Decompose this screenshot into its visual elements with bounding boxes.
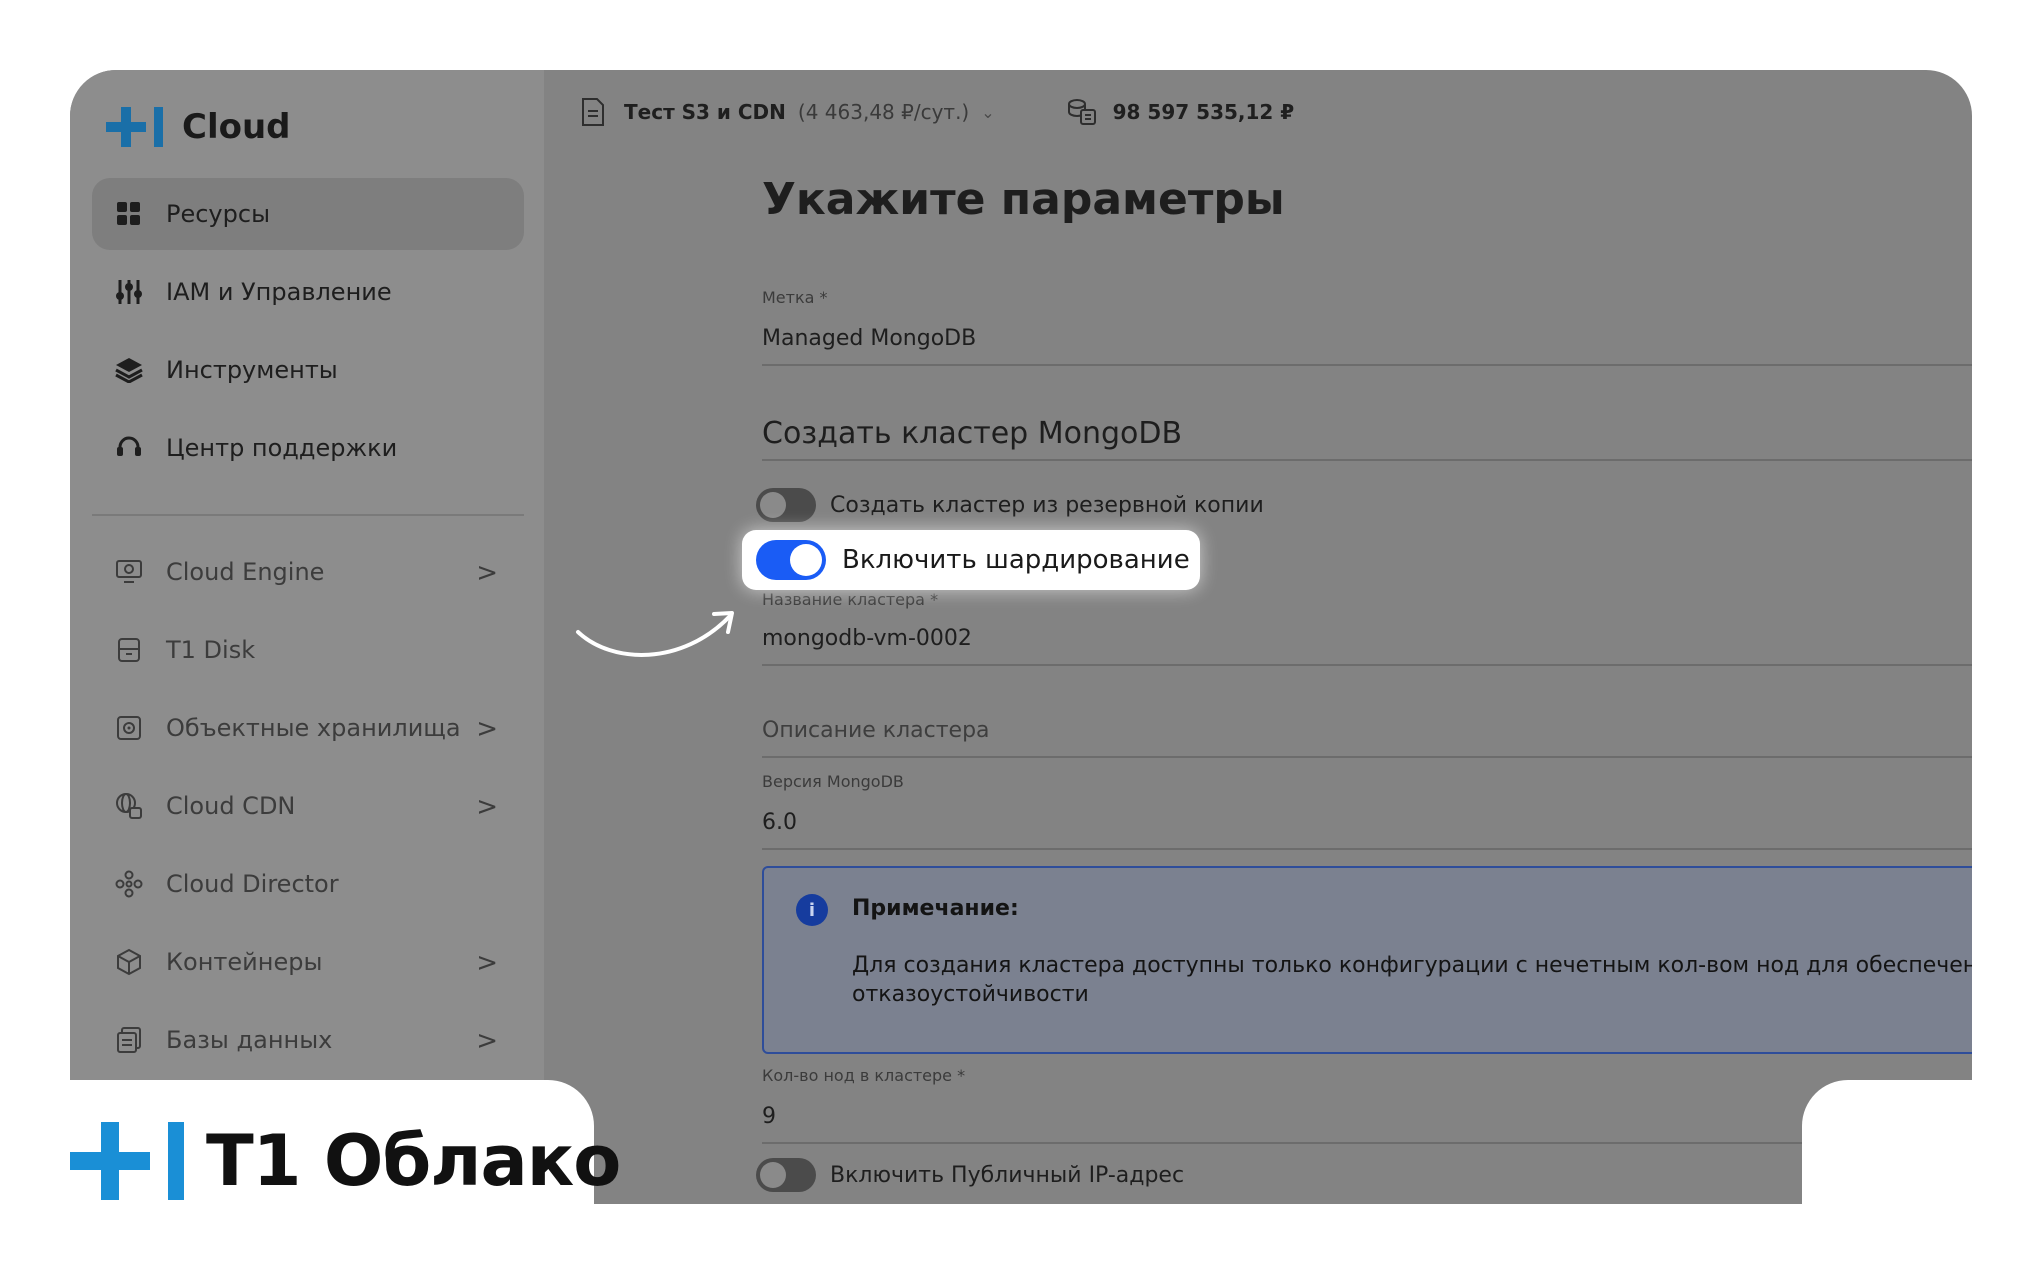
tag-input[interactable]: Managed MongoDB xyxy=(762,326,976,351)
globe-icon xyxy=(114,791,144,821)
footer-corner-panel xyxy=(1802,1080,2028,1268)
plus-logo-icon xyxy=(106,107,163,147)
sidebar-item-cloud-director[interactable]: Cloud Director xyxy=(92,848,524,920)
cluster-name-label: Название кластера * xyxy=(762,590,939,609)
sidebar-item-cloud-engine[interactable]: Cloud Engine > xyxy=(92,536,524,608)
main-form: Укажите параметры Метка * Managed MongoD… xyxy=(756,70,1972,1204)
sidebar-item-label: Контейнеры xyxy=(166,948,323,976)
version-underline xyxy=(762,848,1972,850)
sidebar-item-label: IAM и Управление xyxy=(166,278,392,306)
database-icon xyxy=(114,1025,144,1055)
cluster-name-underline xyxy=(762,664,1972,666)
sharding-toggle-label: Включить шардирование xyxy=(842,545,1190,575)
monitor-icon xyxy=(114,557,144,587)
sidebar-item-resources[interactable]: Ресурсы xyxy=(92,178,524,250)
pointer-arrow-icon xyxy=(576,611,734,657)
node-count-label: Кол-во нод в кластере * xyxy=(762,1066,966,1085)
sidebar-item-label: Объектные хранилища xyxy=(166,714,461,742)
section-underline xyxy=(762,459,1972,461)
sidebar-item-cloud-cdn[interactable]: Cloud CDN > xyxy=(92,770,524,842)
sidebar-item-label: Cloud CDN xyxy=(166,792,296,820)
chevron-right-icon: > xyxy=(476,792,498,822)
chevron-right-icon: > xyxy=(476,948,498,978)
sidebar-item-object-storage[interactable]: Объектные хранилища > xyxy=(92,692,524,764)
note-text: Для создания кластера доступны только ко… xyxy=(852,953,1972,978)
sidebar-item-label: Ресурсы xyxy=(166,200,271,228)
footer-logo: T1 Облако xyxy=(70,1118,621,1204)
storage-icon xyxy=(114,713,144,743)
sidebar-item-label: Инструменты xyxy=(166,356,338,384)
tag-label: Метка * xyxy=(762,288,828,307)
note-box: i Примечание: Для создания кластера дост… xyxy=(762,866,1972,1054)
app-window: Cloud Ресурсы IAM и Управление Инструмен… xyxy=(70,70,1972,1204)
sidebar-item-t1-disk[interactable]: T1 Disk xyxy=(92,614,524,686)
backup-toggle-row[interactable]: Создать кластер из резервной копии xyxy=(756,488,1264,522)
public-ip-toggle-label: Включить Публичный IP-адрес xyxy=(830,1162,1185,1188)
backup-toggle-label: Создать кластер из резервной копии xyxy=(830,492,1264,518)
sharding-toggle[interactable] xyxy=(756,540,826,580)
sidebar-item-label: Cloud Director xyxy=(166,870,339,898)
sidebar-item-label: Базы данных xyxy=(166,1026,333,1054)
sidebar-item-label: T1 Disk xyxy=(166,636,256,664)
sharding-toggle-row[interactable]: Включить шардирование xyxy=(742,530,1200,590)
sidebar-item-tools[interactable]: Инструменты xyxy=(92,334,524,406)
page-title: Укажите параметры xyxy=(762,174,1285,225)
layers-icon xyxy=(114,355,144,385)
sidebar-item-iam[interactable]: IAM и Управление xyxy=(92,256,524,328)
footer-logo-name: T1 Облако xyxy=(206,1120,621,1202)
chevron-right-icon: > xyxy=(476,714,498,744)
brand-logo[interactable]: Cloud xyxy=(106,104,291,150)
description-input[interactable]: Описание кластера xyxy=(762,718,990,743)
backup-toggle[interactable] xyxy=(756,488,816,522)
brand-name: Cloud xyxy=(182,107,291,147)
headset-icon xyxy=(114,433,144,463)
sidebar-item-label: Центр поддержки xyxy=(166,434,398,462)
disk-icon xyxy=(114,635,144,665)
sidebar: Cloud Ресурсы IAM и Управление Инструмен… xyxy=(70,70,544,1204)
sidebar-item-databases[interactable]: Базы данных > xyxy=(92,1004,524,1076)
nodes-icon xyxy=(114,869,144,899)
grid-icon xyxy=(114,199,144,229)
cluster-name-input[interactable]: mongodb-vm-0002 xyxy=(762,626,972,651)
document-icon xyxy=(582,98,604,126)
sidebar-item-support[interactable]: Центр поддержки xyxy=(92,412,524,484)
sidebar-item-label: Cloud Engine xyxy=(166,558,325,586)
tag-underline xyxy=(762,364,1972,366)
sidebar-divider xyxy=(92,514,524,516)
note-title: Примечание: xyxy=(852,896,1019,921)
description-underline xyxy=(762,756,1972,758)
cube-icon xyxy=(114,947,144,977)
node-count-underline xyxy=(762,1142,1972,1144)
plus-logo-icon xyxy=(70,1122,184,1200)
info-icon: i xyxy=(796,894,828,926)
public-ip-toggle[interactable] xyxy=(756,1158,816,1192)
node-count-input[interactable]: 9 xyxy=(762,1104,776,1129)
version-select[interactable]: 6.0 xyxy=(762,810,797,835)
section-title: Создать кластер MongoDB xyxy=(762,416,1183,451)
sliders-icon xyxy=(114,277,144,307)
chevron-right-icon: > xyxy=(476,1026,498,1056)
note-text-continued: отказоустойчивости xyxy=(852,982,1089,1007)
sidebar-item-containers[interactable]: Контейнеры > xyxy=(92,926,524,998)
chevron-right-icon: > xyxy=(476,558,498,588)
version-label: Версия MongoDB xyxy=(762,772,904,791)
public-ip-toggle-row[interactable]: Включить Публичный IP-адрес xyxy=(756,1158,1184,1192)
